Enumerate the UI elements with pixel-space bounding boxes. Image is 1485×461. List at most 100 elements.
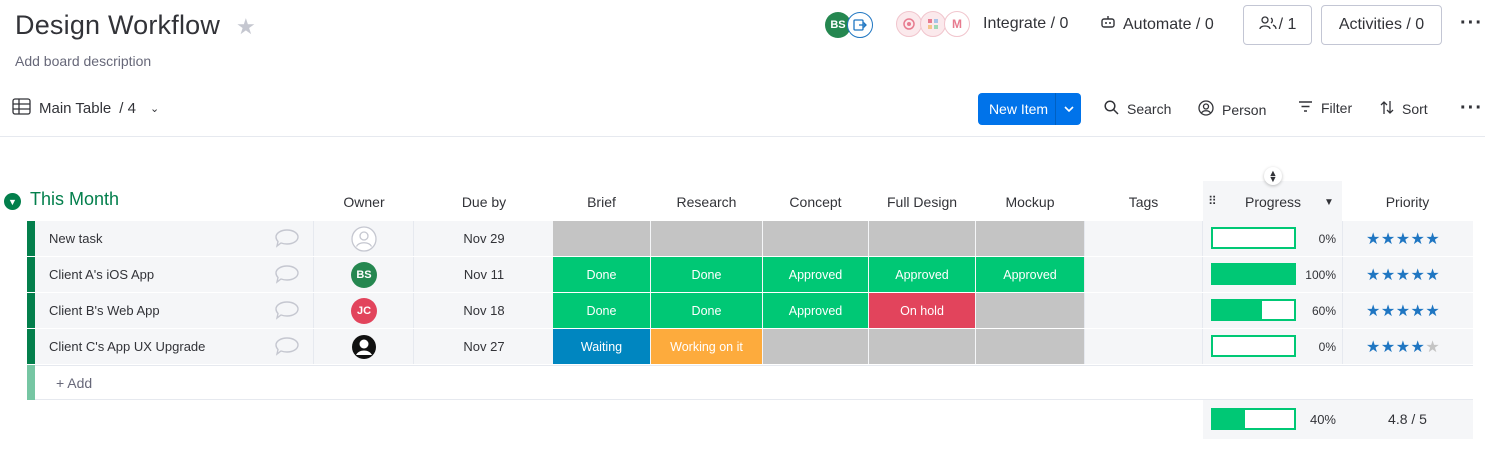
column-header-concept[interactable]: Concept <box>763 194 868 210</box>
due-date[interactable]: Nov 27 <box>414 339 554 354</box>
owner-photo-avatar[interactable] <box>351 334 377 365</box>
status-research[interactable]: Done <box>651 257 762 292</box>
due-date[interactable]: Nov 18 <box>414 303 554 318</box>
rating-star-icon[interactable]: ★ <box>1396 303 1411 320</box>
members-button[interactable]: / 1 <box>1243 5 1312 45</box>
column-header-due[interactable]: Due by <box>414 194 554 210</box>
board-description[interactable]: Add board description <box>15 53 151 69</box>
rating-star-icon[interactable]: ★ <box>1411 339 1426 356</box>
chevron-down-icon[interactable] <box>1055 93 1081 125</box>
status-research[interactable]: Working on it <box>651 329 762 364</box>
sort-button[interactable]: Sort <box>1380 100 1428 118</box>
column-header-research[interactable]: Research <box>651 194 762 210</box>
board-menu-icon[interactable]: ··· <box>1460 12 1483 35</box>
automate-button[interactable]: Automate / 0 <box>1100 15 1214 34</box>
priority-rating[interactable]: ★★★★★ <box>1366 265 1440 285</box>
new-item-button[interactable]: New Item <box>978 93 1081 125</box>
rating-star-icon[interactable]: ★ <box>1396 231 1411 248</box>
due-date[interactable]: Nov 29 <box>414 231 554 246</box>
column-header-full-design[interactable]: Full Design <box>869 194 975 210</box>
favorite-star-icon[interactable]: ★ <box>236 14 256 40</box>
owner-avatar[interactable]: JC <box>351 298 377 324</box>
cell-divider <box>313 329 314 364</box>
sort-column-icon[interactable]: ▲ ▼ <box>1264 167 1282 185</box>
rating-star-icon[interactable]: ★ <box>1411 267 1426 284</box>
status-full-design[interactable] <box>869 329 975 364</box>
rating-star-icon[interactable]: ★ <box>1425 303 1440 320</box>
activities-button[interactable]: Activities / 0 <box>1321 5 1442 45</box>
status-concept[interactable] <box>763 329 868 364</box>
status-concept[interactable]: Approved <box>763 293 868 328</box>
column-header-brief[interactable]: Brief <box>553 194 650 210</box>
rating-star-icon[interactable]: ★ <box>1425 339 1440 356</box>
add-item-row[interactable] <box>27 365 1473 400</box>
status-brief[interactable] <box>553 221 650 256</box>
status-concept[interactable]: Approved <box>763 257 868 292</box>
cell-divider <box>1342 293 1343 328</box>
column-menu-caret-icon[interactable]: ▼ <box>1324 197 1334 208</box>
item-name[interactable]: Client C's App UX Upgrade <box>49 339 205 354</box>
person-filter-button[interactable]: Person <box>1198 100 1266 119</box>
comment-icon[interactable] <box>275 228 300 248</box>
empty-person-icon[interactable] <box>351 226 377 257</box>
integrate-button[interactable]: Integrate / 0 <box>983 15 1068 33</box>
status-research[interactable]: Done <box>651 293 762 328</box>
status-concept[interactable] <box>763 221 868 256</box>
collapse-group-icon[interactable]: ▼ <box>4 193 21 210</box>
rating-star-icon[interactable]: ★ <box>1425 231 1440 248</box>
column-header-owner[interactable]: Owner <box>314 194 414 210</box>
status-brief[interactable]: Done <box>553 257 650 292</box>
status-full-design[interactable] <box>869 221 975 256</box>
people-icon <box>1258 15 1277 35</box>
due-date[interactable]: Nov 11 <box>414 267 554 282</box>
view-selector[interactable]: Main Table / 4 ⌄ <box>12 98 159 119</box>
comment-icon[interactable] <box>275 264 300 284</box>
toolbar-menu-icon[interactable]: ··· <box>1460 97 1483 120</box>
board-title[interactable]: Design Workflow <box>15 10 220 41</box>
rating-star-icon[interactable]: ★ <box>1396 267 1411 284</box>
status-mockup[interactable] <box>976 221 1084 256</box>
item-name[interactable]: Client A's iOS App <box>49 267 154 282</box>
rating-star-icon[interactable]: ★ <box>1366 339 1381 356</box>
rating-star-icon[interactable]: ★ <box>1381 339 1396 356</box>
add-item-label[interactable]: + Add <box>56 375 92 391</box>
status-full-design[interactable]: On hold <box>869 293 975 328</box>
rating-star-icon[interactable]: ★ <box>1381 231 1396 248</box>
status-research[interactable] <box>651 221 762 256</box>
group-title[interactable]: This Month <box>30 189 119 210</box>
item-name[interactable]: New task <box>49 231 102 246</box>
column-header-progress[interactable]: Progress <box>1228 194 1318 210</box>
status-mockup[interactable]: Approved <box>976 257 1084 292</box>
rating-star-icon[interactable]: ★ <box>1381 303 1396 320</box>
status-mockup[interactable] <box>976 293 1084 328</box>
status-full-design[interactable]: Approved <box>869 257 975 292</box>
owner-avatar[interactable]: BS <box>351 262 377 288</box>
rating-star-icon[interactable]: ★ <box>1396 339 1411 356</box>
share-board-icon[interactable] <box>847 12 873 38</box>
column-header-tags[interactable]: Tags <box>1085 194 1202 210</box>
column-header-priority[interactable]: Priority <box>1345 194 1470 210</box>
rating-star-icon[interactable]: ★ <box>1425 267 1440 284</box>
rating-star-icon[interactable]: ★ <box>1366 303 1381 320</box>
column-header-mockup[interactable]: Mockup <box>976 194 1084 210</box>
progress-label: 0% <box>1318 232 1336 246</box>
filter-button[interactable]: Filter <box>1298 100 1352 116</box>
status-brief[interactable]: Waiting <box>553 329 650 364</box>
priority-rating[interactable]: ★★★★★ <box>1366 229 1440 249</box>
rating-star-icon[interactable]: ★ <box>1366 231 1381 248</box>
status-mockup[interactable] <box>976 329 1084 364</box>
priority-rating[interactable]: ★★★★★ <box>1366 301 1440 321</box>
search-button[interactable]: Search <box>1104 100 1171 118</box>
rating-star-icon[interactable]: ★ <box>1366 267 1381 284</box>
rating-star-icon[interactable]: ★ <box>1411 303 1426 320</box>
comment-icon[interactable] <box>275 300 300 320</box>
table-icon <box>12 98 31 119</box>
rating-star-icon[interactable]: ★ <box>1411 231 1426 248</box>
item-name[interactable]: Client B's Web App <box>49 303 160 318</box>
drag-handle-icon[interactable]: ⠿ <box>1208 194 1217 208</box>
status-brief[interactable]: Done <box>553 293 650 328</box>
priority-rating[interactable]: ★★★★★ <box>1366 337 1440 357</box>
rating-star-icon[interactable]: ★ <box>1381 267 1396 284</box>
comment-icon[interactable] <box>275 336 300 356</box>
row-group-marker <box>27 293 35 328</box>
